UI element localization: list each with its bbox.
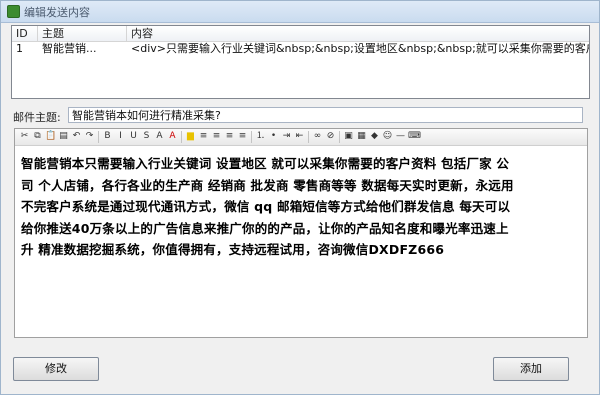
row-subject: 智能营销... [42, 42, 97, 55]
subject-input[interactable] [68, 107, 583, 123]
redo-icon[interactable]: ↷ [84, 131, 95, 142]
toolbar-separator [181, 131, 182, 143]
toolbar-separator [339, 131, 340, 143]
row-content: <div>只需要输入行业关键词&nbsp;&nbsp;设置地区&nbsp;&nb… [131, 42, 589, 55]
unordered-list-icon[interactable]: • [268, 131, 279, 142]
editor-content[interactable]: 智能营销本只需要输入行业关键词 设置地区 就可以采集你需要的客户资料 包括厂家 … [21, 153, 579, 261]
justify-icon[interactable]: ≡ [237, 131, 248, 142]
bg-color-icon[interactable]: ▆ [185, 131, 196, 142]
align-left-icon[interactable]: ≡ [198, 131, 209, 142]
message-list[interactable]: ID 主题 内容 1 智能营销... <div>只需要输入行业关键词&nbsp;… [11, 25, 590, 99]
toolbar-separator [251, 131, 252, 143]
add-button[interactable]: 添加 [493, 357, 569, 381]
link-icon[interactable]: ∞ [312, 131, 323, 142]
editor-line: 不完客户系统是通过现代通讯方式，微信 qq 邮箱短信等方式给他们群发信息 每天可… [21, 199, 511, 214]
editor-line: 司 个人店铺，各行各业的生产商 经销商 批发商 零售商等等 数据每天实时更新，永… [21, 177, 514, 193]
table-icon[interactable]: ▦ [356, 131, 367, 142]
font-color-icon[interactable]: A [167, 131, 178, 142]
title-bar: 编辑发送内容 [1, 1, 599, 23]
ordered-list-icon[interactable]: ⒈ [255, 131, 266, 142]
column-header-subject[interactable]: 主题 [38, 26, 127, 41]
row-id: 1 [16, 42, 23, 55]
table-row[interactable]: 1 智能营销... <div>只需要输入行业关键词&nbsp;&nbsp;设置地… [12, 42, 589, 56]
column-header-content[interactable]: 内容 [127, 26, 589, 41]
align-right-icon[interactable]: ≡ [224, 131, 235, 142]
bold-icon[interactable]: B [102, 131, 113, 142]
image-icon[interactable]: ▣ [343, 131, 354, 142]
cut-icon[interactable]: ✂ [19, 131, 30, 142]
paste-icon[interactable]: 📋 [45, 131, 56, 142]
font-icon[interactable]: A [154, 131, 165, 142]
editor-toolbar: ✂ ⧉ 📋 ▤ ↶ ↷ B I U S A A ▆ ≡ ≡ ≡ ≡ ⒈ • ⇥ ⇤ ∞ ⊘ ▣ ▦ ◆ ☺ — ⌨ [15, 129, 587, 146]
rich-text-editor[interactable]: ✂ ⧉ 📋 ▤ ↶ ↷ B I U S A A ▆ ≡ ≡ ≡ ≡ ⒈ • ⇥ ⇤ ∞ ⊘ ▣ ▦ ◆ ☺ — ⌨ 智能营销本只需要输入… [14, 128, 588, 338]
editor-line: 升 精准数据挖掘系统，你值得拥有，支持远程试用，咨询微信DXDFZ666 [21, 242, 445, 257]
column-header-id[interactable]: ID [12, 26, 38, 41]
editor-line: 智能营销本只需要输入行业关键词 设置地区 就可以采集你需要的客户资料 包括厂家 … [21, 156, 510, 171]
editor-line: 给你推送40万条以上的广告信息来推广你的的产品，让你的产品知名度和曝光率迅速上 [21, 220, 509, 236]
window-title: 编辑发送内容 [24, 6, 90, 19]
emoticon-icon[interactable]: ☺ [382, 131, 393, 142]
list-header: ID 主题 内容 [12, 26, 589, 42]
hr-icon[interactable]: — [395, 131, 406, 142]
indent-icon[interactable]: ⇥ [281, 131, 292, 142]
toolbar-separator [98, 131, 99, 143]
flash-icon[interactable]: ◆ [369, 131, 380, 142]
toolbar-separator [308, 131, 309, 143]
italic-icon[interactable]: I [115, 131, 126, 142]
edit-send-content-window: 编辑发送内容 ID 主题 内容 1 智能营销... <div>只需要输入行业关键… [0, 0, 600, 395]
paste-text-icon[interactable]: ▤ [58, 131, 69, 142]
copy-icon[interactable]: ⧉ [32, 131, 43, 142]
undo-icon[interactable]: ↶ [71, 131, 82, 142]
subject-label: 邮件主题: [13, 111, 61, 124]
align-center-icon[interactable]: ≡ [211, 131, 222, 142]
strike-icon[interactable]: S [141, 131, 152, 142]
app-icon [7, 5, 20, 18]
outdent-icon[interactable]: ⇤ [294, 131, 305, 142]
modify-button[interactable]: 修改 [13, 357, 99, 381]
underline-icon[interactable]: U [128, 131, 139, 142]
source-icon[interactable]: ⌨ [408, 131, 421, 142]
unlink-icon[interactable]: ⊘ [325, 131, 336, 142]
